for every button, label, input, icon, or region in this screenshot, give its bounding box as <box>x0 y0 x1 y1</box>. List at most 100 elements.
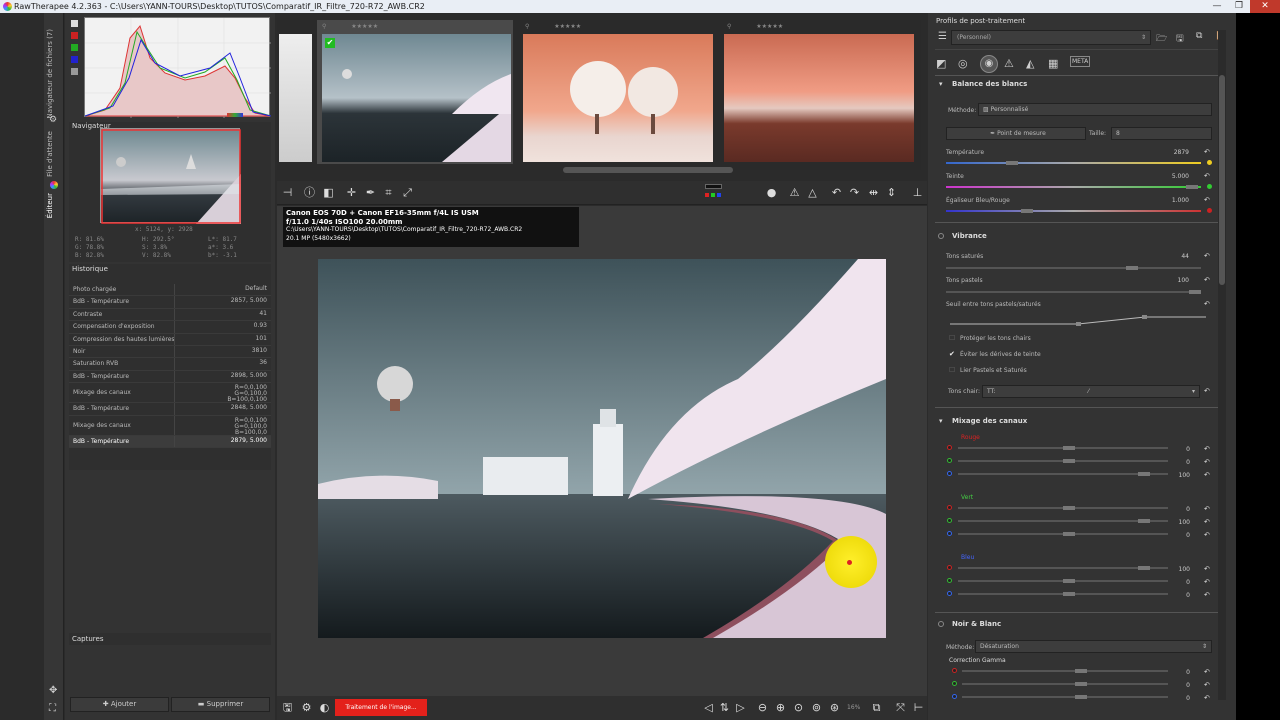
before-after-icon[interactable]: ◧ <box>321 185 336 200</box>
right-panel-scroll-thumb[interactable] <box>1219 75 1225 285</box>
detail-tab-icon[interactable]: ◎ <box>958 57 968 70</box>
protect-skin-checkbox[interactable]: ☐ <box>949 334 955 342</box>
add-capture-button[interactable]: ✚ Ajouter <box>70 697 169 712</box>
gamma-slider-knob[interactable] <box>1075 669 1087 673</box>
mixer-section-header[interactable]: ▾ Mixage des canaux <box>935 414 1218 428</box>
mixer-reset-icon[interactable]: ↶ <box>1204 471 1212 479</box>
history-row[interactable]: BdB - Température 2879, 5.000 <box>69 435 271 448</box>
info-icon[interactable]: ⓘ <box>302 185 317 200</box>
gamma-slider-knob[interactable] <box>1075 682 1087 686</box>
threshold-reset-icon[interactable]: ↶ <box>1204 300 1212 308</box>
eq-reset-icon[interactable]: ↶ <box>1204 196 1212 204</box>
mixer-slider-knob[interactable] <box>1138 519 1150 523</box>
saturated-slider-knob[interactable] <box>1126 266 1138 270</box>
mixer-reset-icon[interactable]: ↶ <box>1204 505 1212 513</box>
hide-bottom-icon[interactable]: ⊢ <box>911 700 926 715</box>
editor-icon[interactable] <box>50 181 58 189</box>
gamma-slider[interactable] <box>962 695 1168 699</box>
tint-slider[interactable] <box>946 185 1201 189</box>
remove-capture-button[interactable]: ▬ Supprimer <box>171 697 270 712</box>
zoom-custom-icon[interactable]: ⊛ <box>827 700 842 715</box>
gamma-slider[interactable] <box>962 669 1168 673</box>
tint-slider-knob[interactable] <box>1186 185 1198 189</box>
tab-editor[interactable]: Éditeur <box>46 193 54 218</box>
red-channel-toggle[interactable] <box>71 32 78 39</box>
saturated-reset-icon[interactable]: ↶ <box>1204 252 1212 260</box>
save-profile-icon[interactable]: 🖫 <box>1176 31 1184 47</box>
tab-queue[interactable]: File d'attente <box>46 131 54 177</box>
mixer-slider[interactable] <box>958 566 1168 570</box>
temp-slider[interactable] <box>946 161 1201 165</box>
background-color-icon[interactable] <box>705 184 722 189</box>
hand-tool-icon[interactable]: ✛ <box>344 185 359 200</box>
prev-image-icon[interactable]: ◁ <box>701 700 716 715</box>
navigator-thumbnail[interactable] <box>100 128 241 224</box>
raw-tab-icon[interactable]: ▦ <box>1048 57 1058 70</box>
saturated-slider[interactable] <box>946 266 1201 270</box>
mixer-reset-icon[interactable]: ↶ <box>1204 445 1212 453</box>
history-row[interactable]: Mixage des canaux R=0,0,100 G=0,100,0 B=1… <box>69 415 271 436</box>
histogram-mode-icon[interactable] <box>71 20 78 27</box>
mixer-slider[interactable] <box>958 446 1168 450</box>
metadata-tab-icon[interactable]: META <box>1070 56 1091 67</box>
pastel-reset-icon[interactable]: ↶ <box>1204 276 1212 284</box>
tint-reset-icon[interactable]: ↶ <box>1204 172 1212 180</box>
skin-tones-reset-icon[interactable]: ↶ <box>1204 387 1212 395</box>
exposure-tab-icon[interactable]: ◩ <box>936 57 946 70</box>
flip-vertical-icon[interactable]: ⇕ <box>884 185 899 200</box>
mixer-slider-knob[interactable] <box>1063 579 1075 583</box>
move-icon[interactable]: ✥ <box>49 685 57 696</box>
mixer-slider[interactable] <box>958 459 1168 463</box>
mixer-slider-knob[interactable] <box>1063 592 1075 596</box>
fullscreen-icon[interactable]: ⛶ <box>49 703 56 714</box>
gamma-reset-icon[interactable]: ↶ <box>1204 694 1212 702</box>
filmstrip-scrollbar[interactable] <box>563 167 733 173</box>
eq-slider[interactable] <box>946 209 1201 213</box>
thumbnail-3[interactable] <box>724 34 914 162</box>
highlight-clip-icon[interactable]: △ <box>805 185 820 200</box>
vibrance-section-header[interactable]: Vibrance <box>935 229 1218 243</box>
close-icon[interactable]: ✕ <box>1250 0 1280 13</box>
zoom-out-icon[interactable]: ⊖ <box>755 700 770 715</box>
minimize-icon[interactable]: — <box>1206 0 1228 13</box>
open-profile-icon[interactable]: 🗁 <box>1156 31 1167 47</box>
mixer-reset-icon[interactable]: ↶ <box>1204 565 1212 573</box>
luminance-toggle[interactable] <box>71 68 78 75</box>
profile-list-icon[interactable]: ☰ <box>938 31 947 42</box>
mixer-slider[interactable] <box>958 472 1168 476</box>
maximize-icon[interactable]: ❐ <box>1228 0 1250 13</box>
zoom-100-icon[interactable]: ⊚ <box>809 700 824 715</box>
pastel-slider-knob[interactable] <box>1189 290 1201 294</box>
history-row[interactable]: Photo chargée Default <box>69 284 271 297</box>
hide-right-panel-icon[interactable]: ⊥ <box>910 185 925 200</box>
hide-left-panel-icon[interactable]: ⊣ <box>280 185 295 200</box>
history-row[interactable]: BdB - Température 2898, 5.000 <box>69 370 271 384</box>
shadow-clip-icon[interactable]: ⚠ <box>787 185 802 200</box>
pastel-slider[interactable] <box>946 290 1201 294</box>
mixer-reset-icon[interactable]: ↶ <box>1204 458 1212 466</box>
history-row[interactable]: Mixage des canaux R=0,0,100 G=0,100,0 B=1… <box>69 383 271 404</box>
thumbnail-2[interactable] <box>523 34 713 162</box>
color-tab-icon[interactable]: ◉ <box>980 55 998 73</box>
mixer-slider[interactable] <box>958 519 1168 523</box>
mixer-slider-knob[interactable] <box>1063 506 1075 510</box>
transform-tab-icon[interactable]: ◭ <box>1026 57 1034 70</box>
history-row[interactable]: Noir 3810 <box>69 346 271 359</box>
rotate-right-icon[interactable]: ↷ <box>847 185 862 200</box>
mixer-slider-knob[interactable] <box>1063 446 1075 450</box>
mixer-reset-icon[interactable]: ↶ <box>1204 531 1212 539</box>
focus-mask-icon[interactable]: ● <box>764 185 779 200</box>
skin-tones-curve-select[interactable]: TT: ⁄ ▾ <box>982 385 1200 398</box>
link-pastel-checkbox[interactable]: ☐ <box>949 366 955 374</box>
preview-green-icon[interactable] <box>711 193 715 197</box>
temp-reset-icon[interactable]: ↶ <box>1204 148 1212 156</box>
straighten-icon[interactable]: ⤢ <box>400 185 415 200</box>
avoid-shift-checkbox[interactable]: ✔ <box>949 350 955 358</box>
crop-icon[interactable]: ⌗ <box>381 185 396 200</box>
green-channel-toggle[interactable] <box>71 44 78 51</box>
gamma-reset-icon[interactable]: ↶ <box>1204 668 1212 676</box>
threshold-curve[interactable] <box>946 314 1208 328</box>
main-photo[interactable] <box>318 259 886 638</box>
mixer-slider-knob[interactable] <box>1063 459 1075 463</box>
editor-icon-small[interactable]: ◐ <box>317 700 332 715</box>
